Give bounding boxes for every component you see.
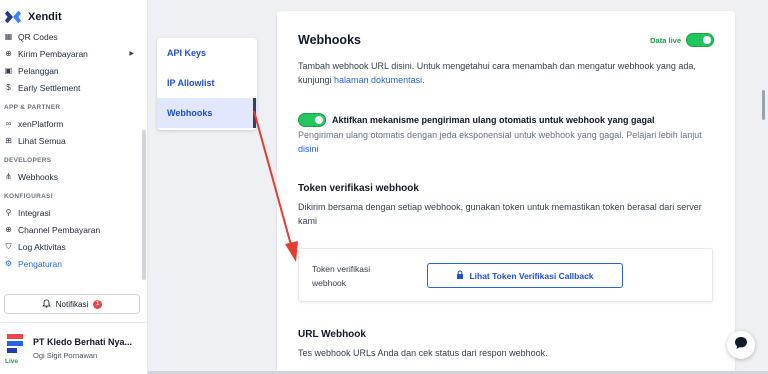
notification-label: Notifikasi [55,299,89,309]
url-section-description: Tes webhook URLs Anda dan cek status dar… [298,348,548,358]
apps-icon: ⊞ [5,136,12,145]
live-data-label: Data live [650,35,681,45]
lock-icon [456,270,464,281]
dollar-circle-icon: $ [6,83,11,92]
page-title: Webhooks [298,33,361,47]
shield-icon: ⛉ [5,241,12,251]
sidebar-item-label: Early Settlement [18,82,81,93]
token-section-description: Dikirim bersama dengan setiap webhook, g… [298,202,702,226]
sidebar-item-integrasi[interactable]: ⚲ Integrasi [0,204,142,221]
documentation-link[interactable]: halaman dokumentasi [334,75,422,85]
sidebar-item-label: Lihat Semua [18,135,66,146]
submenu-item-webhooks[interactable]: Webhooks [157,98,257,128]
settings-submenu: API Keys IP Allowlist Webhooks [157,38,257,130]
sidebar-item-label: xenPlatform [18,118,64,129]
sidebar-item-lihat-semua[interactable]: ⊞ Lihat Semua [0,132,142,149]
token-section-title: Token verifikasi webhook [298,183,419,194]
plug-icon: ⚲ [5,208,12,217]
active-indicator [253,98,256,128]
auto-retry-row: Aktifkan mekanisme pengiriman ulang otom… [298,113,655,127]
account-user: Ogi Sigit Pornawan [33,351,98,360]
section-label-app-partner: APP & PARTNER [4,104,61,111]
grid-icon: ▦ [4,32,13,41]
sidebar-item-label: Integrasi [18,207,51,218]
plus-circle-icon: ⊕ [5,225,12,234]
bell-icon [41,298,51,310]
url-section-title: URL Webhook [298,329,366,340]
sidebar-item-log-aktivitas[interactable]: ⛉ Log Aktivitas [0,238,142,255]
sidebar-item-label: Webhooks [18,171,59,182]
chat-bubble-icon [733,335,749,356]
sidebar-item-xenplatform[interactable]: ∞ xenPlatform [0,115,142,132]
handshake-icon: ∞ [5,119,12,128]
token-box: Token verifikasi webhook Lihat Token Ver… [298,248,713,302]
sidebar-item-label: Pelanggan [18,65,59,76]
live-data-switch: Data live [650,33,714,47]
caret-right-icon: ▶ [129,51,134,57]
view-token-button[interactable]: Lihat Token Verifikasi Callback [427,263,623,288]
sidebar-item-label: Channel Pembayaran [18,224,101,235]
sidebar-item-pelanggan[interactable]: ▣ Pelanggan [0,62,142,79]
sidebar-item-label: Pengaturan [18,258,62,269]
gear-icon: ⚙ [4,259,13,268]
auto-retry-text: Pengiriman ulang otomatis dengan jeda ek… [298,130,702,140]
sidebar-nav: ▦ QR Codes ⊕ Kirim Pembayaran ▶ ▣ Pelang… [0,28,142,272]
submenu-item-ip-allowlist[interactable]: IP Allowlist [157,68,257,98]
submenu-item-api-keys[interactable]: API Keys [157,38,257,68]
sidebar-item-channel-pembayaran[interactable]: ⊕ Channel Pembayaran [0,221,142,238]
chat-button[interactable] [727,331,755,359]
webhooks-card: Webhooks Data live Tambah webhook URL di… [277,11,735,374]
page-description: Tambah webhook URL disini. Untuk mengeta… [298,59,713,87]
auto-retry-description: Pengiriman ulang otomatis dengan jeda ek… [298,129,718,156]
learn-more-link[interactable]: disini [298,144,319,154]
webhook-icon: ⋔ [5,172,12,181]
brand-name: Xendit [28,11,62,23]
sidebar-item-label: QR Codes [18,31,58,42]
account-switcher[interactable]: Live PT Kledo Berhati Nya... Ogi Sigit P… [0,322,148,374]
sidebar-item-label: Kirim Pembayaran [18,48,88,59]
live-data-toggle[interactable] [686,33,714,47]
section-label-konfigurasi: KONFIGURASI [4,193,53,200]
live-badge: Live [4,356,19,366]
sidebar-scrollbar[interactable] [142,130,146,280]
notification-count-badge: 1 [93,299,103,309]
sidebar-item-kirim-pembayaran[interactable]: ⊕ Kirim Pembayaran ▶ [0,45,142,62]
sidebar-item-webhooks[interactable]: ⋔ Webhooks [0,168,142,185]
id-card-icon: ▣ [4,66,13,75]
auto-retry-toggle[interactable] [298,113,326,127]
auto-retry-label: Aktifkan mekanisme pengiriman ulang otom… [332,115,655,125]
notification-button[interactable]: Notifikasi 1 [4,294,140,314]
section-label-developers: DEVELOPERS [4,157,52,164]
description-end: . [422,75,425,85]
brand[interactable]: Xendit [4,7,62,27]
sidebar-item-early-settlement[interactable]: $ Early Settlement [0,79,142,96]
sidebar-item-qr-codes[interactable]: ▦ QR Codes [0,28,142,45]
sidebar: Xendit ▦ QR Codes ⊕ Kirim Pembayaran ▶ ▣… [0,0,148,374]
send-icon: ⊕ [5,49,12,58]
view-token-label: Lihat Token Verifikasi Callback [469,270,594,281]
sidebar-item-pengaturan[interactable]: ⚙ Pengaturan [0,255,142,272]
sidebar-item-label: Log Aktivitas [18,241,66,252]
account-name: PT Kledo Berhati Nya... [33,337,133,347]
xendit-logo-icon [4,10,22,24]
page-scrollbar[interactable] [762,90,765,120]
token-label: Token verifikasi webhook [312,264,371,288]
